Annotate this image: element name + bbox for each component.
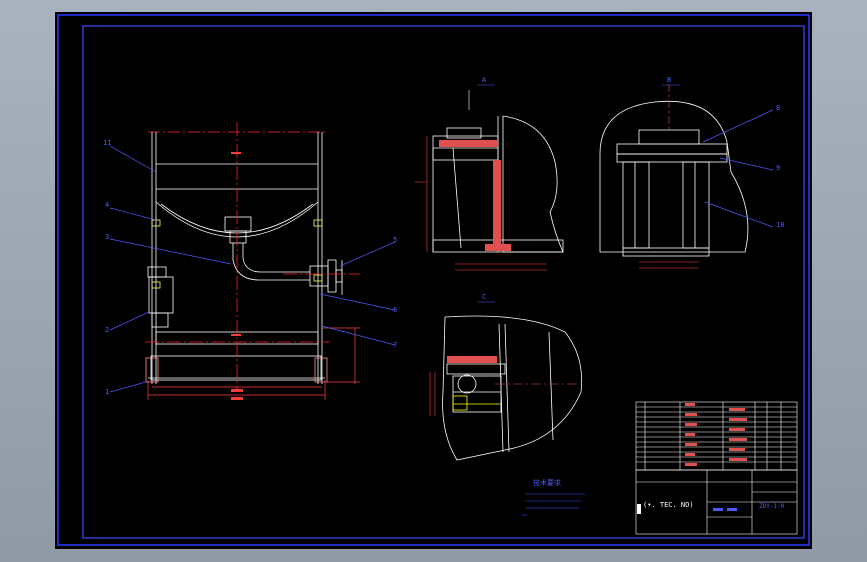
- cad-drawing-area: 11 4 3 2 1 5 6 7 8 9 10 A B C 技术要求 (•. T…: [55, 12, 812, 549]
- title-block-text: (•. TEC. NO) ZDY-1-0: [637, 501, 785, 514]
- section-label-a: A: [482, 76, 487, 84]
- section-label-b: B: [667, 76, 671, 84]
- main-view-leaders: [109, 145, 396, 393]
- part-number-7: 7: [393, 341, 397, 349]
- section-view-b-dims: [639, 84, 699, 269]
- notes-title: 技术要求: [533, 478, 561, 487]
- part-number-9: 9: [776, 164, 780, 172]
- parts-list-entries: [685, 403, 747, 466]
- part-number-5: 5: [393, 236, 397, 244]
- section-view-b-part-numbers: 8 9 10: [776, 104, 784, 229]
- main-view: [145, 131, 343, 384]
- section-view-a-dims: [415, 90, 547, 271]
- drawing-number: ZDY-1-0: [759, 503, 785, 510]
- section-label-c: C: [482, 293, 486, 301]
- section-view-c: [442, 315, 582, 461]
- section-view-b: [599, 100, 749, 257]
- part-number-4: 4: [105, 201, 109, 209]
- section-view-c-weld: [452, 395, 501, 411]
- main-view-centerlines: [145, 122, 360, 390]
- main-view-part-numbers: 11 4 3 2 1 5 6 7: [103, 139, 397, 396]
- part-number-2: 2: [105, 326, 109, 334]
- part-number-10: 10: [776, 221, 784, 229]
- inner-frame: [82, 25, 805, 539]
- part-number-6: 6: [393, 306, 397, 314]
- cad-drawing: 11 4 3 2 1 5 6 7 8 9 10 A B C 技术要求 (•. T…: [57, 14, 810, 546]
- title-block-main-text: (•. TEC. NO): [643, 501, 694, 509]
- technical-notes: 技术要求: [522, 478, 585, 516]
- parts-list: [635, 401, 798, 471]
- part-number-8: 8: [776, 104, 780, 112]
- part-number-11: 11: [103, 139, 111, 147]
- section-view-c-hatch: [447, 356, 497, 363]
- section-view-a-hatch: [439, 140, 511, 251]
- section-labels: A B C: [482, 76, 671, 301]
- section-label-underlines: [477, 84, 680, 303]
- section-view-b-leaders: [702, 109, 774, 228]
- part-number-1: 1: [105, 388, 109, 396]
- part-number-3: 3: [105, 233, 109, 241]
